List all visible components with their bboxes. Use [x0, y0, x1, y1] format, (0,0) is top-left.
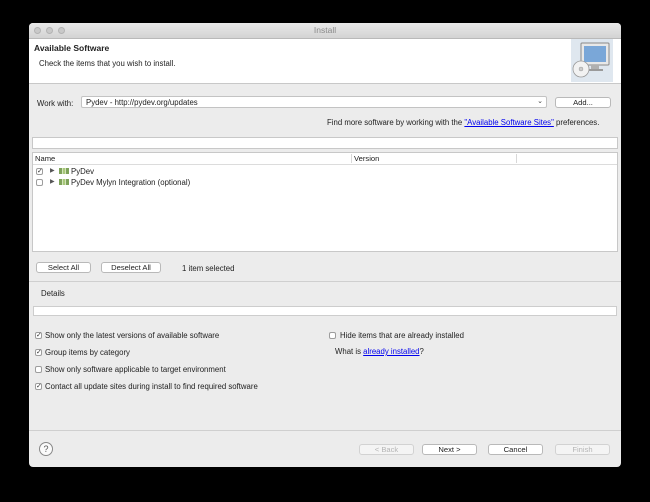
cancel-button[interactable]: Cancel [488, 444, 543, 455]
hide-installed-label: Hide items that are already installed [340, 331, 464, 340]
work-with-combo[interactable]: Pydev - http://pydev.org/updates ⌄ [81, 96, 547, 108]
category-icon [59, 168, 69, 174]
details-area [33, 306, 617, 316]
expand-arrow-icon[interactable]: ▶ [50, 167, 55, 174]
help-icon[interactable]: ? [39, 442, 53, 456]
group-by-category-label: Group items by category [45, 348, 130, 357]
already-installed-link[interactable]: already installed [363, 347, 419, 356]
latest-versions-label: Show only the latest versions of availab… [45, 331, 220, 340]
install-monitor-icon [571, 39, 613, 82]
details-label: Details [41, 289, 65, 298]
applicable-only-label: Show only software applicable to target … [45, 365, 226, 374]
chevron-down-icon: ⌄ [537, 98, 543, 105]
applicable-only-checkbox[interactable] [35, 366, 42, 373]
deselect-all-button[interactable]: Deselect All [101, 262, 161, 273]
footer-divider [29, 430, 621, 431]
divider [29, 281, 621, 282]
selection-status: 1 item selected [182, 264, 235, 273]
work-with-value: Pydev - http://pydev.org/updates [86, 98, 198, 107]
expand-arrow-icon[interactable]: ▶ [50, 178, 55, 185]
group-by-category-checkbox[interactable]: ✓ [35, 349, 42, 356]
finish-button[interactable]: Finish [555, 444, 610, 455]
page-title: Available Software [34, 43, 110, 53]
available-software-sites-link[interactable]: "Available Software Sites" [464, 118, 553, 127]
tree-row-pydev[interactable]: ✓ ▶ PyDev [33, 166, 617, 177]
next-button[interactable]: Next > [422, 444, 477, 455]
column-version[interactable]: Version [354, 154, 379, 163]
tree-row-pydev-mylyn[interactable]: ▶ PyDev Mylyn Integration (optional) [33, 177, 617, 188]
install-dialog: Install Available Software Check the ite… [29, 23, 621, 467]
contact-sites-label: Contact all update sites during install … [45, 382, 258, 391]
back-button[interactable]: < Back [359, 444, 414, 455]
row-checkbox[interactable] [36, 179, 43, 186]
window-title: Install [313, 25, 337, 35]
find-more-text: Find more software by working with the "… [327, 118, 600, 127]
add-site-button[interactable]: Add... [555, 97, 611, 108]
latest-versions-checkbox[interactable]: ✓ [35, 332, 42, 339]
select-all-button[interactable]: Select All [36, 262, 91, 273]
work-with-label: Work with: [37, 99, 74, 108]
software-tree: Name Version ✓ ▶ PyDev ▶ PyDev Mylyn Int… [32, 152, 618, 252]
contact-sites-checkbox[interactable]: ✓ [35, 383, 42, 390]
page-description: Check the items that you wish to install… [39, 59, 176, 68]
category-icon [59, 179, 69, 185]
column-name[interactable]: Name [35, 154, 55, 163]
what-is-installed-text: What is already installed? [335, 347, 424, 356]
wizard-header: Available Software Check the items that … [29, 39, 621, 84]
tree-header: Name Version [33, 153, 617, 165]
filter-input[interactable] [32, 137, 618, 149]
hide-installed-checkbox[interactable] [329, 332, 336, 339]
row-label: PyDev [71, 167, 94, 176]
row-checkbox[interactable]: ✓ [36, 168, 43, 175]
title-bar: Install [29, 23, 621, 39]
row-label: PyDev Mylyn Integration (optional) [71, 178, 191, 187]
